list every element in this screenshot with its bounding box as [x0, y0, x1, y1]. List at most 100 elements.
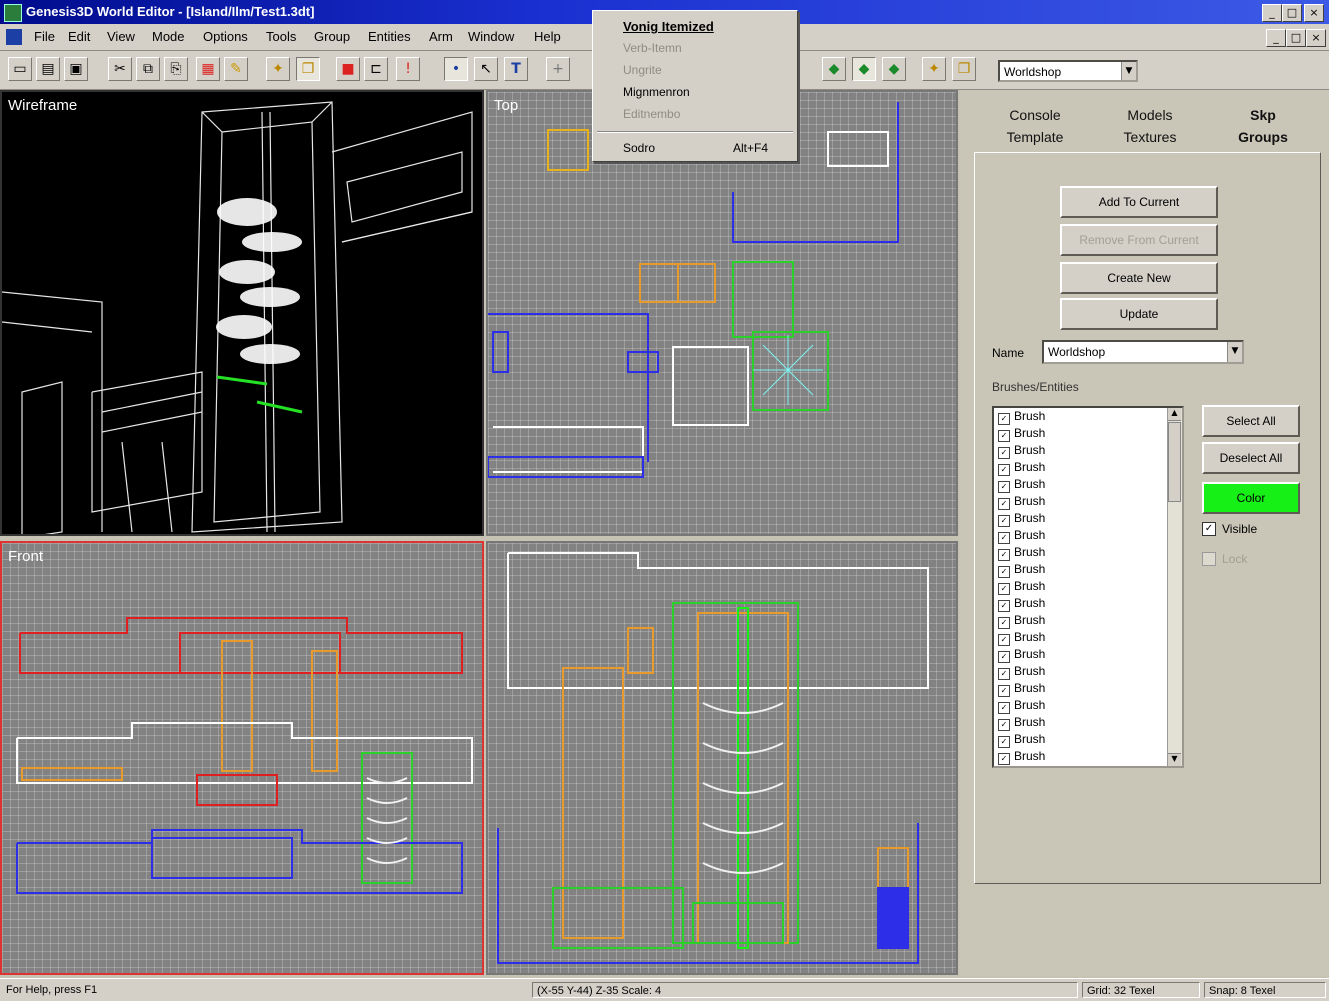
paste-icon[interactable]: ⎘	[164, 57, 188, 81]
stop-icon[interactable]: ■	[336, 57, 360, 81]
chevron-down-icon[interactable]: ▼	[1227, 342, 1242, 362]
scroll-thumb[interactable]	[1168, 422, 1181, 502]
copy-icon[interactable]: ⧉	[136, 57, 160, 81]
chevron-down-icon[interactable]: ▼	[1121, 62, 1136, 80]
list-item[interactable]: ✓Brush	[994, 629, 1182, 646]
list-item[interactable]: ✓Brush	[994, 510, 1182, 527]
group-combo[interactable]: Worldshop ▼	[998, 60, 1138, 82]
list-item[interactable]: ✓Brush	[994, 646, 1182, 663]
scroll-down-icon[interactable]: ▼	[1168, 753, 1181, 766]
compile-icon[interactable]: ◆	[822, 57, 846, 81]
list-item[interactable]: ✓Brush	[994, 765, 1182, 766]
menu-entities[interactable]: Entities	[368, 29, 411, 44]
color-button[interactable]: Color	[1202, 482, 1300, 514]
menu-group[interactable]: Group	[314, 29, 350, 44]
add-to-current-button[interactable]: Add To Current	[1060, 186, 1218, 218]
run-icon[interactable]: ◆	[882, 57, 906, 81]
remove-from-current-button[interactable]: Remove From Current	[1060, 224, 1218, 256]
create-new-button[interactable]: Create New	[1060, 262, 1218, 294]
list-item[interactable]: ✓Brush	[994, 476, 1182, 493]
import-icon[interactable]: ✦	[922, 57, 946, 81]
brush-checkbox-icon[interactable]: ✓	[998, 464, 1010, 476]
list-item[interactable]: ✓Brush	[994, 714, 1182, 731]
close-button[interactable]: ×	[1304, 4, 1324, 22]
brush-checkbox-icon[interactable]: ✓	[998, 413, 1010, 425]
preview-icon[interactable]: ◆	[852, 57, 876, 81]
list-item[interactable]: ✓Brush	[994, 561, 1182, 578]
new-file-icon[interactable]: ▭	[8, 57, 32, 81]
menu-item-3[interactable]: Mignmenron	[623, 85, 690, 99]
pointer-icon[interactable]: ↖	[474, 57, 498, 81]
move-icon[interactable]: +	[546, 57, 570, 81]
brush-checkbox-icon[interactable]: ✓	[998, 498, 1010, 510]
list-item[interactable]: ✓Brush	[994, 697, 1182, 714]
list-item[interactable]: ✓Brush	[994, 748, 1182, 765]
brush-checkbox-icon[interactable]: ✓	[998, 481, 1010, 493]
list-item[interactable]: ✓Brush	[994, 544, 1182, 561]
visible-checkbox[interactable]: ✓	[1202, 522, 1216, 536]
cut-icon[interactable]: ✂	[108, 57, 132, 81]
group-icon[interactable]: ❐	[296, 57, 320, 81]
menu-item-4[interactable]: Editnembo	[623, 107, 680, 121]
brush-checkbox-icon[interactable]: ✓	[998, 753, 1010, 765]
list-item[interactable]: ✓Brush	[994, 408, 1182, 425]
tab-groups[interactable]: Skp Groups	[1208, 104, 1318, 148]
brush-icon[interactable]: ✎	[224, 57, 248, 81]
clip-icon[interactable]: ⊏	[364, 57, 388, 81]
viewport-front[interactable]: Front	[0, 541, 484, 975]
mdi-close-button[interactable]: ×	[1306, 29, 1326, 47]
brush-checkbox-icon[interactable]: ✓	[998, 719, 1010, 731]
maximize-button[interactable]: □	[1282, 4, 1302, 22]
menu-view[interactable]: View	[107, 29, 135, 44]
save-icon[interactable]: ▣	[64, 57, 88, 81]
menu-mode[interactable]: Mode	[152, 29, 185, 44]
menu-tools[interactable]: Tools	[266, 29, 296, 44]
select-all-button[interactable]: Select All	[1202, 405, 1300, 437]
name-combo[interactable]: Worldshop ▼	[1042, 340, 1244, 364]
minimize-button[interactable]: _	[1262, 4, 1282, 22]
menu-item-5[interactable]: Sodro	[623, 141, 655, 155]
tab-models[interactable]: Models Textures	[1095, 104, 1205, 148]
mdi-minimize-button[interactable]: _	[1266, 29, 1286, 47]
brush-checkbox-icon[interactable]: ✓	[998, 617, 1010, 629]
brush-checkbox-icon[interactable]: ✓	[998, 447, 1010, 459]
brush-checkbox-icon[interactable]: ✓	[998, 532, 1010, 544]
brush-checkbox-icon[interactable]: ✓	[998, 736, 1010, 748]
menu-edit[interactable]: Edit	[68, 29, 90, 44]
list-item[interactable]: ✓Brush	[994, 442, 1182, 459]
document-icon[interactable]	[6, 29, 22, 45]
menu-arm[interactable]: Arm	[429, 29, 453, 44]
brush-checkbox-icon[interactable]: ✓	[998, 600, 1010, 612]
brush-checkbox-icon[interactable]: ✓	[998, 685, 1010, 697]
entity-icon[interactable]: ✦	[266, 57, 290, 81]
viewport-side[interactable]	[486, 541, 958, 975]
deselect-all-button[interactable]: Deselect All	[1202, 442, 1300, 474]
list-item[interactable]: ✓Brush	[994, 680, 1182, 697]
brush-checkbox-icon[interactable]: ✓	[998, 430, 1010, 442]
brush-checkbox-icon[interactable]: ✓	[998, 566, 1010, 578]
list-item[interactable]: ✓Brush	[994, 527, 1182, 544]
menu-item-1[interactable]: Verb-Itemn	[623, 41, 682, 55]
brush-checkbox-icon[interactable]: ✓	[998, 668, 1010, 680]
brush-checkbox-icon[interactable]: ✓	[998, 583, 1010, 595]
list-item[interactable]: ✓Brush	[994, 663, 1182, 680]
brush-checkbox-icon[interactable]: ✓	[998, 651, 1010, 663]
menu-file[interactable]: File	[34, 29, 55, 44]
scroll-up-icon[interactable]: ▲	[1168, 408, 1181, 421]
list-scrollbar[interactable]: ▲ ▼	[1167, 408, 1182, 766]
list-item[interactable]: ✓Brush	[994, 459, 1182, 476]
brush-checkbox-icon[interactable]: ✓	[998, 634, 1010, 646]
list-item[interactable]: ✓Brush	[994, 595, 1182, 612]
lock-checkbox[interactable]	[1202, 552, 1216, 566]
list-item[interactable]: ✓Brush	[994, 731, 1182, 748]
menu-item-0[interactable]: Vonig Itemized	[623, 19, 714, 34]
viewport-wireframe[interactable]: Wireframe	[0, 90, 484, 536]
open-folder-icon[interactable]: ▤	[36, 57, 60, 81]
menu-window[interactable]: Window	[468, 29, 514, 44]
list-item[interactable]: ✓Brush	[994, 578, 1182, 595]
update-button[interactable]: Update	[1060, 298, 1218, 330]
members-list[interactable]: ✓ Brush ✓ Brush ✓ Brush ✓ Brush ✓ Brush ✓ Brush ✓ Bru…	[992, 406, 1184, 768]
list-item[interactable]: ✓Brush	[994, 425, 1182, 442]
list-item[interactable]: ✓Brush	[994, 612, 1182, 629]
menu-help[interactable]: Help	[534, 29, 561, 44]
